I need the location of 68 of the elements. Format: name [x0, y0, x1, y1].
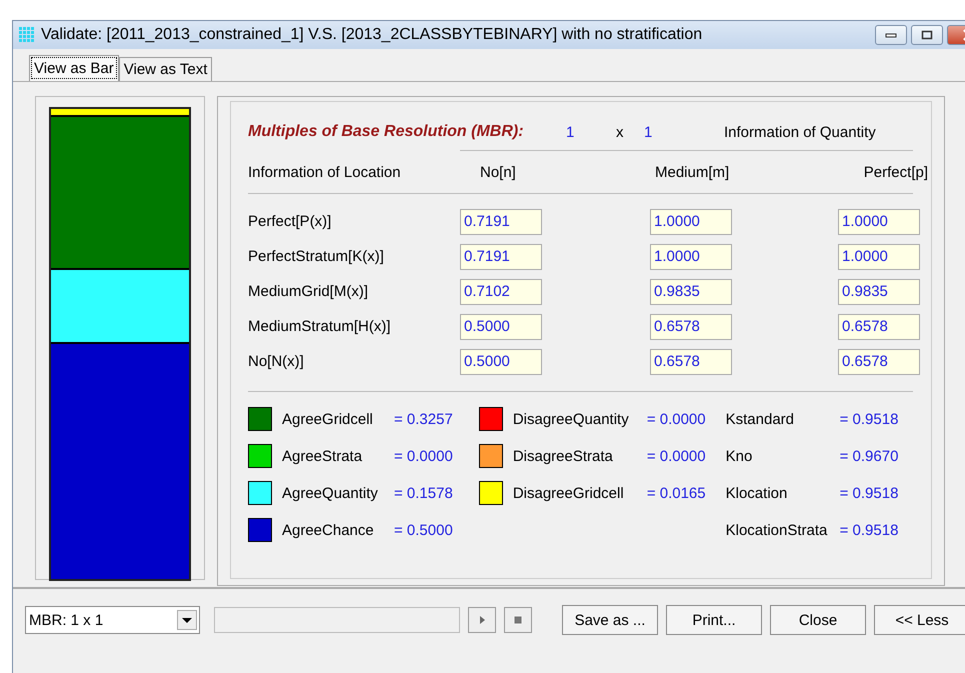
maximize-button[interactable] — [911, 25, 943, 45]
row-label: No[N(x)] — [248, 353, 305, 370]
legend-value: = 0.3257 — [394, 410, 453, 428]
value-field[interactable]: 0.6578 — [650, 314, 732, 340]
kappa-value: = 0.9518 — [840, 522, 898, 538]
kappa-value: = 0.9518 — [840, 484, 898, 502]
kappa-label: Klocation — [726, 484, 788, 502]
kappa-value: = 0.9670 — [840, 448, 898, 464]
value-field[interactable]: 0.9835 — [650, 278, 732, 304]
mbr-title: Multiples of Base Resolution (MBR): — [248, 123, 525, 141]
kappa-label: KlocationStrata — [726, 522, 828, 538]
dialog-button[interactable]: Save as ... — [562, 605, 658, 635]
row-label: MediumStratum[H(x)] — [248, 318, 392, 335]
row-label: MediumGrid[M(x)] — [248, 283, 370, 300]
legend-label: AgreeGridcell — [282, 410, 374, 428]
play-button[interactable] — [468, 607, 496, 633]
quantity-label: Information of Quantity — [724, 124, 876, 140]
window-title: Validate: [2011_2013_constrained_1] V.S. [2013_2CLASSBYTEBINARY] with no stratification — [41, 26, 704, 44]
tab[interactable]: View as Bar — [29, 55, 119, 81]
location-label: Information of Location — [248, 164, 402, 180]
legend-label: DisagreeGridcell — [512, 484, 625, 502]
value-field[interactable]: 0.5000 — [460, 348, 542, 374]
dialog-button[interactable]: << Less — [874, 605, 965, 635]
value-field[interactable]: 1.0000 — [650, 244, 732, 270]
grid-icon — [19, 27, 35, 43]
mbr-value: 1 — [644, 124, 654, 140]
kappa-value: = 0.9518 — [840, 410, 898, 428]
kappa-label: Kno — [726, 448, 754, 464]
column-header: Perfect[p] — [862, 164, 928, 180]
value-field[interactable]: 0.7102 — [460, 278, 542, 304]
stop-icon — [513, 615, 523, 625]
value-field[interactable]: 0.6578 — [838, 314, 920, 340]
stop-button[interactable] — [504, 607, 532, 633]
tab[interactable]: View as Text — [118, 57, 212, 81]
value-field[interactable]: 0.5000 — [460, 314, 542, 340]
legend-value: = 0.1578 — [394, 484, 453, 502]
column-header: No[n] — [479, 164, 517, 180]
legend-value: = 0.0000 — [394, 448, 453, 464]
legend-label: AgreeChance — [282, 522, 375, 538]
dialog-button[interactable]: Print... — [666, 605, 762, 635]
value-field[interactable]: 0.6578 — [650, 348, 732, 374]
times-sign: x — [616, 124, 624, 140]
value-field[interactable]: 0.6578 — [838, 348, 920, 374]
value-field[interactable]: 1.0000 — [650, 208, 732, 234]
column-header: Medium[m] — [654, 164, 730, 180]
mbr-value: 1 — [566, 124, 576, 140]
legend-label: DisagreeStrata — [512, 448, 614, 464]
dialog-button[interactable]: Close — [770, 605, 866, 635]
legend-value: = 0.0165 — [646, 484, 706, 502]
value-field[interactable]: 1.0000 — [838, 208, 920, 234]
value-field[interactable]: 1.0000 — [838, 244, 920, 270]
row-label: Perfect[P(x)] — [248, 213, 332, 230]
legend-value: = 0.0000 — [646, 448, 706, 464]
row-label: PerfectStratum[K(x)] — [248, 248, 385, 265]
value-field[interactable]: 0.9835 — [838, 278, 920, 304]
minimize-icon — [885, 32, 897, 38]
value-field[interactable]: 0.7191 — [460, 208, 542, 234]
legend-value: = 0.0000 — [646, 410, 706, 428]
kappa-label: Kstandard — [726, 410, 796, 428]
legend-value: = 0.5000 — [394, 522, 453, 538]
value-field[interactable]: 0.7191 — [460, 244, 542, 270]
legend-label: AgreeStrata — [282, 448, 364, 464]
legend-label: AgreeQuantity — [282, 484, 379, 502]
maximize-icon — [921, 30, 933, 40]
legend-label: DisagreeQuantity — [512, 410, 630, 428]
play-icon — [477, 615, 487, 625]
mbr-dropdown[interactable]: MBR: 1 x 1 — [25, 606, 200, 634]
minimize-button[interactable] — [875, 25, 907, 45]
